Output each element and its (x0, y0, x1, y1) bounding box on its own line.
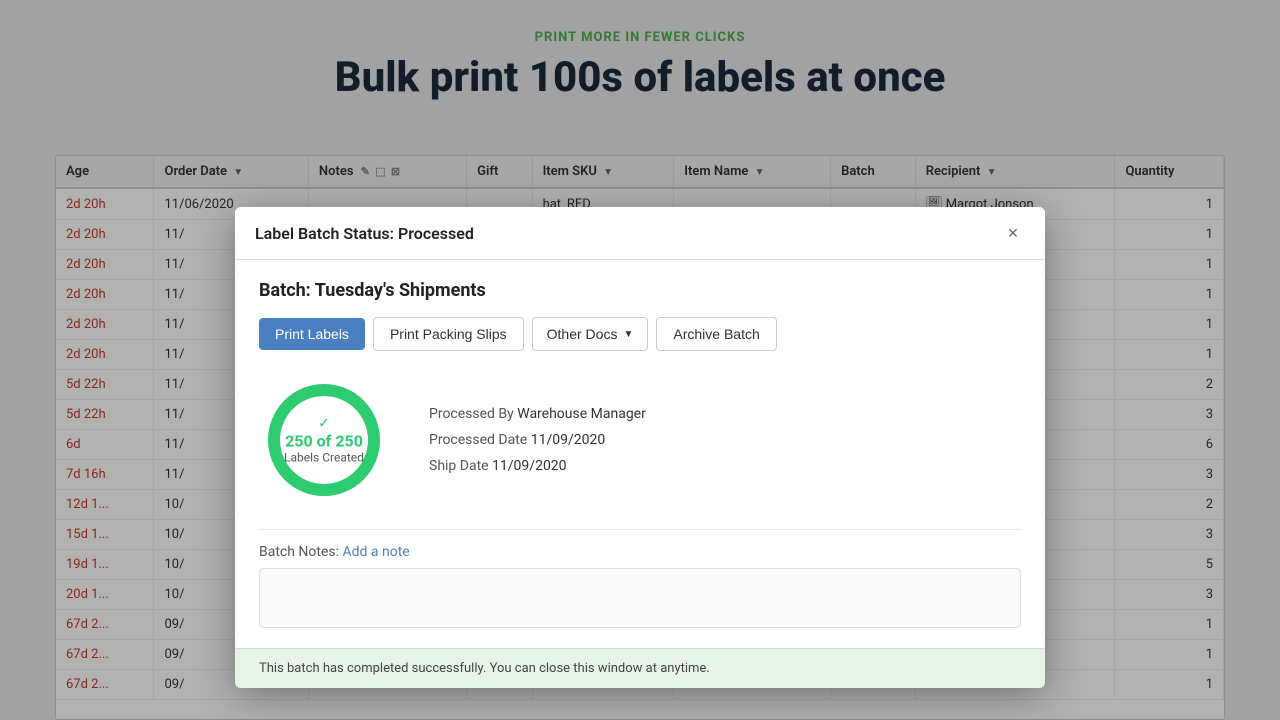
batch-info-fields: Processed By Warehouse Manager Processed… (429, 406, 646, 474)
processed-by-label: Processed By (429, 406, 517, 422)
processed-date-value: 11/09/2020 (531, 432, 606, 448)
donut-chart: ✓ 250 of 250 Labels Created (259, 375, 389, 505)
modal-close-button[interactable]: × (1001, 221, 1025, 245)
processed-date-label: Processed Date (429, 432, 531, 448)
donut-sublabel: Labels Created (284, 451, 364, 465)
batch-name: Batch: Tuesday's Shipments (259, 280, 1021, 301)
other-docs-chevron-icon: ▼ (623, 329, 633, 340)
ship-date-label: Ship Date (429, 458, 492, 474)
processed-by-value: Warehouse Manager (517, 406, 646, 422)
ship-date-row: Ship Date 11/09/2020 (429, 458, 646, 474)
print-labels-button[interactable]: Print Labels (259, 318, 365, 350)
donut-check-icon: ✓ (284, 416, 364, 432)
modal-footer: This batch has completed successfully. Y… (235, 648, 1045, 688)
other-docs-label: Other Docs (547, 326, 618, 342)
batch-notes-section: Batch Notes: Add a note (259, 544, 1021, 560)
add-note-link[interactable]: Add a note (343, 544, 410, 560)
other-docs-button[interactable]: Other Docs ▼ (532, 317, 649, 351)
modal-title: Label Batch Status: Processed (255, 224, 474, 243)
donut-label: ✓ 250 of 250 Labels Created (284, 416, 364, 465)
notes-area[interactable] (259, 568, 1021, 628)
batch-notes-label: Batch Notes: (259, 544, 339, 560)
print-packing-slips-button[interactable]: Print Packing Slips (373, 317, 524, 351)
modal-header: Label Batch Status: Processed × (235, 207, 1045, 260)
ship-date-value: 11/09/2020 (492, 458, 567, 474)
processed-date-row: Processed Date 11/09/2020 (429, 432, 646, 448)
footer-message: This batch has completed successfully. Y… (259, 661, 710, 676)
donut-count: 250 of 250 (284, 432, 364, 451)
processed-by-row: Processed By Warehouse Manager (429, 406, 646, 422)
archive-batch-button[interactable]: Archive Batch (656, 317, 776, 351)
modal-body: Batch: Tuesday's Shipments Print Labels … (235, 260, 1045, 648)
section-divider (259, 529, 1021, 530)
action-buttons-row: Print Labels Print Packing Slips Other D… (259, 317, 1021, 351)
progress-section: ✓ 250 of 250 Labels Created Processed By… (259, 375, 1021, 505)
label-batch-modal: Label Batch Status: Processed × Batch: T… (235, 207, 1045, 688)
